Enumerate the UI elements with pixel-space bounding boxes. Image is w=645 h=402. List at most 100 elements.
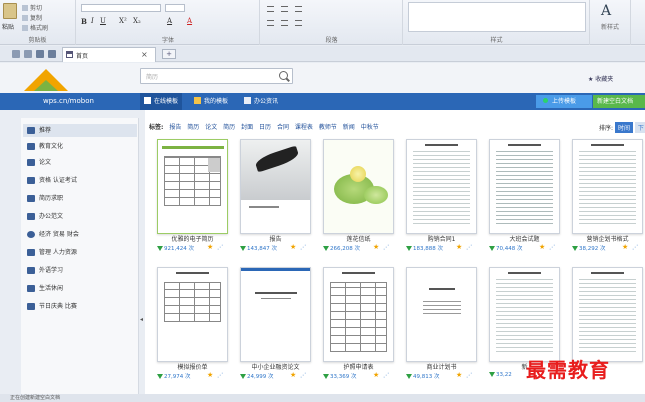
number-list-icon[interactable] [281, 6, 288, 12]
template-thumbnail[interactable] [323, 267, 394, 362]
favorite-star-icon[interactable]: ★ [456, 371, 462, 379]
sidebar-item-holidays[interactable]: 节日庆典 比赛 [23, 300, 137, 313]
style-gallery[interactable] [408, 2, 586, 32]
highlight-button[interactable]: A [167, 17, 172, 25]
new-style-icon[interactable]: A [601, 3, 611, 19]
template-thumbnail[interactable] [572, 139, 643, 234]
tab-online-templates[interactable]: 在线模板 [140, 93, 183, 110]
sidebar-item-education[interactable]: 教育文化 [23, 140, 137, 153]
template-card[interactable]: 莲花信纸 266,208 次 ★ ⋰ [317, 113, 394, 252]
template-card[interactable]: 商业计划书 49,813 次 ★ ⋰ [400, 241, 477, 380]
template-card[interactable] [566, 241, 643, 362]
resume-icon [27, 195, 35, 202]
share-icon[interactable]: ⋰ [217, 372, 223, 379]
sidebar-item-finance[interactable]: 经济 贸易 财会 [23, 228, 137, 241]
template-card[interactable]: 报告 143,847 次 ★ ⋰ [234, 113, 311, 252]
cart-icon [27, 285, 35, 292]
favorite-star-icon[interactable]: ★ [207, 371, 213, 379]
italic-button[interactable]: I [91, 17, 94, 25]
template-thumbnail[interactable] [240, 139, 311, 234]
template-thumbnail[interactable] [406, 267, 477, 362]
format-painter-button[interactable]: 格式刷 [22, 23, 48, 32]
template-thumbnail[interactable] [157, 267, 228, 362]
template-card[interactable]: 模拟报价单 27,974 次 ★ ⋰ [151, 241, 228, 380]
sidebar-item-languages[interactable]: 外语学习 [23, 264, 137, 277]
search-input[interactable]: 简历 [146, 72, 158, 81]
sidebar-item-resume[interactable]: 简历求职 [23, 192, 137, 205]
search-box[interactable]: 简历 [140, 68, 293, 84]
favorites-link[interactable]: ★ 收藏夹 [588, 74, 613, 83]
save-icon[interactable] [12, 50, 20, 58]
bullet-list-icon[interactable] [267, 6, 274, 12]
template-title[interactable]: 护照申请表 [323, 362, 394, 371]
upload-template-button[interactable]: 上传模板 [536, 95, 592, 108]
share-icon[interactable]: ⋰ [383, 372, 389, 379]
thumb-title-line [591, 144, 624, 146]
template-thumbnail[interactable] [323, 139, 394, 234]
paste-icon[interactable] [3, 3, 17, 19]
undo-icon[interactable] [36, 50, 44, 58]
download-count: 33,369 次 [323, 372, 357, 380]
template-card[interactable]: 购销合同1 183,888 次 ★ ⋰ [400, 113, 477, 252]
thumb-title-line [342, 272, 375, 274]
download-count: 49,813 次 [406, 372, 440, 380]
sidebar-item-office-docs[interactable]: 办公范文 [23, 210, 137, 223]
template-card[interactable]: 护照申请表 33,369 次 ★ ⋰ [317, 241, 394, 380]
template-thumbnail[interactable] [406, 139, 477, 234]
sidebar-item-papers[interactable]: 论文 [23, 156, 137, 169]
search-icon[interactable] [279, 71, 288, 80]
font-name-select[interactable] [81, 4, 161, 12]
download-icon [157, 374, 163, 379]
superscript-button[interactable]: X² [119, 17, 127, 25]
tab-office-news[interactable]: 办公资讯 [240, 93, 282, 110]
template-thumbnail[interactable] [572, 267, 643, 362]
cut-button[interactable]: 剪切 [22, 3, 42, 12]
font-color-button[interactable]: A [187, 17, 192, 25]
favorite-star-icon[interactable]: ★ [373, 371, 379, 379]
underline-button[interactable]: U [100, 17, 106, 25]
template-title[interactable]: 模拟报价单 [157, 362, 228, 371]
align-center-icon[interactable] [281, 20, 288, 26]
template-thumbnail[interactable] [489, 267, 560, 362]
sidebar-item-management[interactable]: 管理 人力资源 [23, 246, 137, 259]
template-card[interactable]: 中小企业融资论文 24,999 次 ★ ⋰ [234, 241, 311, 380]
template-thumbnail[interactable] [157, 139, 228, 234]
subscript-button[interactable]: X₂ [133, 17, 141, 25]
align-left-icon[interactable] [267, 20, 274, 26]
tab-my-templates[interactable]: 我的模板 [190, 93, 232, 110]
share-icon[interactable]: ⋰ [466, 372, 472, 379]
print-icon[interactable] [24, 50, 32, 58]
template-title[interactable]: 商业计划书 [406, 362, 477, 371]
watermark-text: 最需教育 [526, 358, 610, 382]
template-thumbnail[interactable] [240, 267, 311, 362]
new-style-button[interactable]: 新样式 [601, 22, 619, 31]
template-card[interactable]: 大班会试题 70,448 次 ★ ⋰ [483, 113, 560, 252]
paste-button[interactable]: 粘贴 [2, 22, 14, 31]
copy-button[interactable]: 复制 [22, 13, 42, 22]
download-icon [406, 374, 412, 379]
sidebar-item-recommended[interactable]: 推荐 [23, 124, 137, 137]
sidebar-item-certification[interactable]: 资格 认证考试 [23, 174, 137, 187]
template-card[interactable]: 新 33,22 [483, 241, 560, 378]
new-tab-button[interactable]: + [162, 49, 176, 59]
sidebar-item-leisure[interactable]: 生活休闲 [23, 282, 137, 295]
tab-home[interactable]: 首页 × [62, 47, 156, 62]
share-icon[interactable]: ⋰ [300, 372, 306, 379]
indent-icon[interactable] [295, 6, 302, 12]
bold-button[interactable]: B [81, 17, 87, 26]
favorite-star-icon[interactable]: ★ [290, 371, 296, 379]
collapse-sidebar-icon[interactable]: ◂ [140, 316, 143, 323]
close-tab-button[interactable]: × [141, 50, 148, 59]
thumb-photo [241, 140, 310, 200]
align-right-icon[interactable] [295, 20, 302, 26]
graduation-cap-icon [27, 159, 35, 166]
template-thumbnail[interactable] [489, 139, 560, 234]
wps-window: 粘贴 剪切 复制 格式刷 剪贴板 B I U X² X₂ A A 字体 段落 样… [0, 0, 645, 402]
font-size-select[interactable] [165, 4, 185, 12]
template-card[interactable]: 优雅的电子简历 921,424 次 ★ ⋰ [151, 113, 228, 252]
redo-icon[interactable] [48, 50, 56, 58]
template-card[interactable]: 营销企划书格式 38,292 次 ★ ⋰ [566, 113, 643, 252]
thumb-text-lines [423, 298, 461, 314]
template-title[interactable]: 中小企业融资论文 [240, 362, 311, 371]
new-blank-doc-button[interactable]: 新建空白文档 [593, 95, 645, 108]
